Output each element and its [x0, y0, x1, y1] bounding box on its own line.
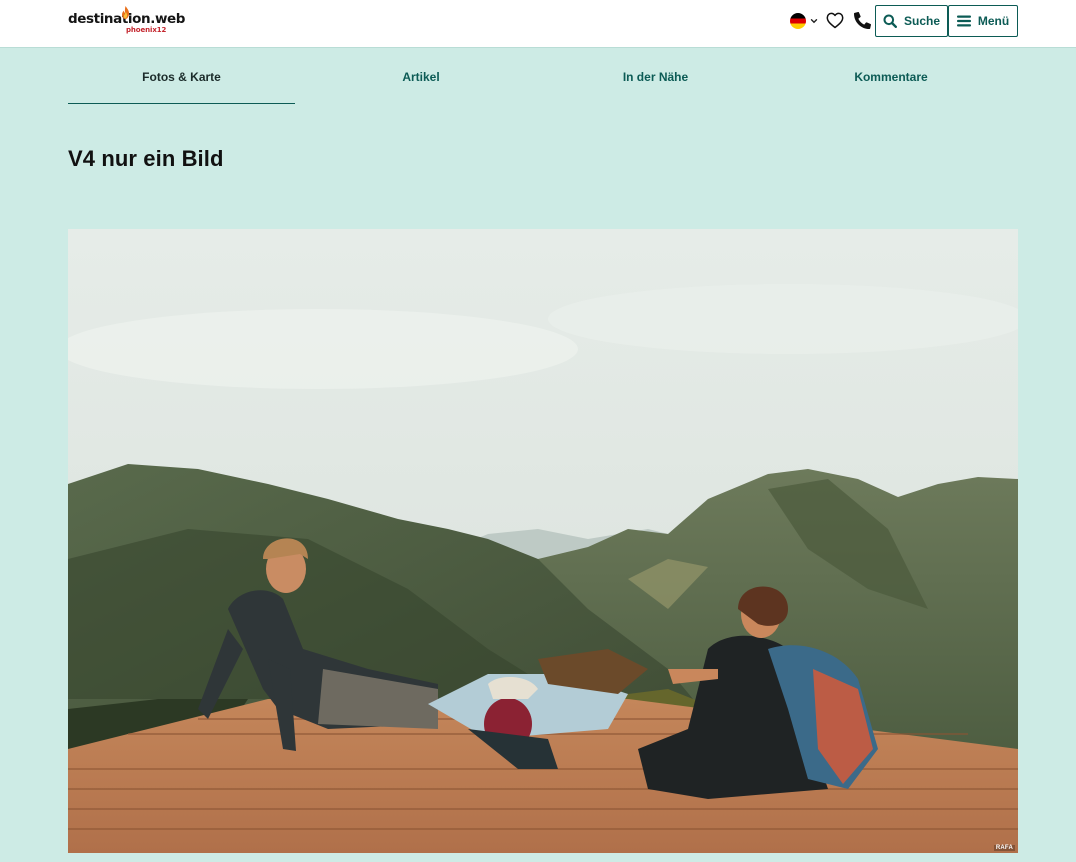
section-tabs: Fotos & Karte Artikel In der Nähe Kommen… — [68, 56, 1018, 104]
search-button-label: Suche — [903, 14, 940, 28]
photo-credit: RAFA — [993, 845, 1015, 851]
hero-photo[interactable]: RAFA — [68, 229, 1018, 853]
page-title: V4 nur ein Bild — [68, 146, 224, 171]
tab-label: Kommentare — [854, 70, 928, 84]
tab-artikel[interactable]: Artikel — [295, 56, 547, 104]
chevron-down-icon — [810, 19, 818, 24]
site-logo[interactable]: destination.web phoenix12 — [68, 6, 185, 37]
phone-icon[interactable] — [854, 12, 871, 29]
tab-fotos-karte[interactable]: Fotos & Karte — [68, 56, 295, 104]
tab-kommentare[interactable]: Kommentare — [764, 56, 1018, 104]
search-button[interactable]: Suche — [875, 5, 948, 37]
tab-label: Artikel — [402, 70, 440, 84]
search-icon — [883, 14, 897, 28]
tab-label: Fotos & Karte — [142, 70, 221, 84]
logo-sub-text: phoenix12 — [126, 26, 167, 34]
tab-label: In der Nähe — [622, 70, 689, 84]
site-header: destination.web phoenix12 Suche Menü — [0, 0, 1076, 48]
germany-flag-icon — [790, 13, 806, 29]
menu-button-label: Menü — [977, 14, 1010, 28]
mountain-scene-image — [68, 229, 1018, 853]
tab-in-der-naehe[interactable]: In der Nähe — [547, 56, 764, 104]
heart-icon[interactable] — [826, 12, 844, 29]
hamburger-icon — [956, 15, 971, 27]
menu-button[interactable]: Menü — [948, 5, 1018, 37]
flame-icon — [122, 6, 130, 19]
language-selector[interactable] — [790, 13, 820, 29]
